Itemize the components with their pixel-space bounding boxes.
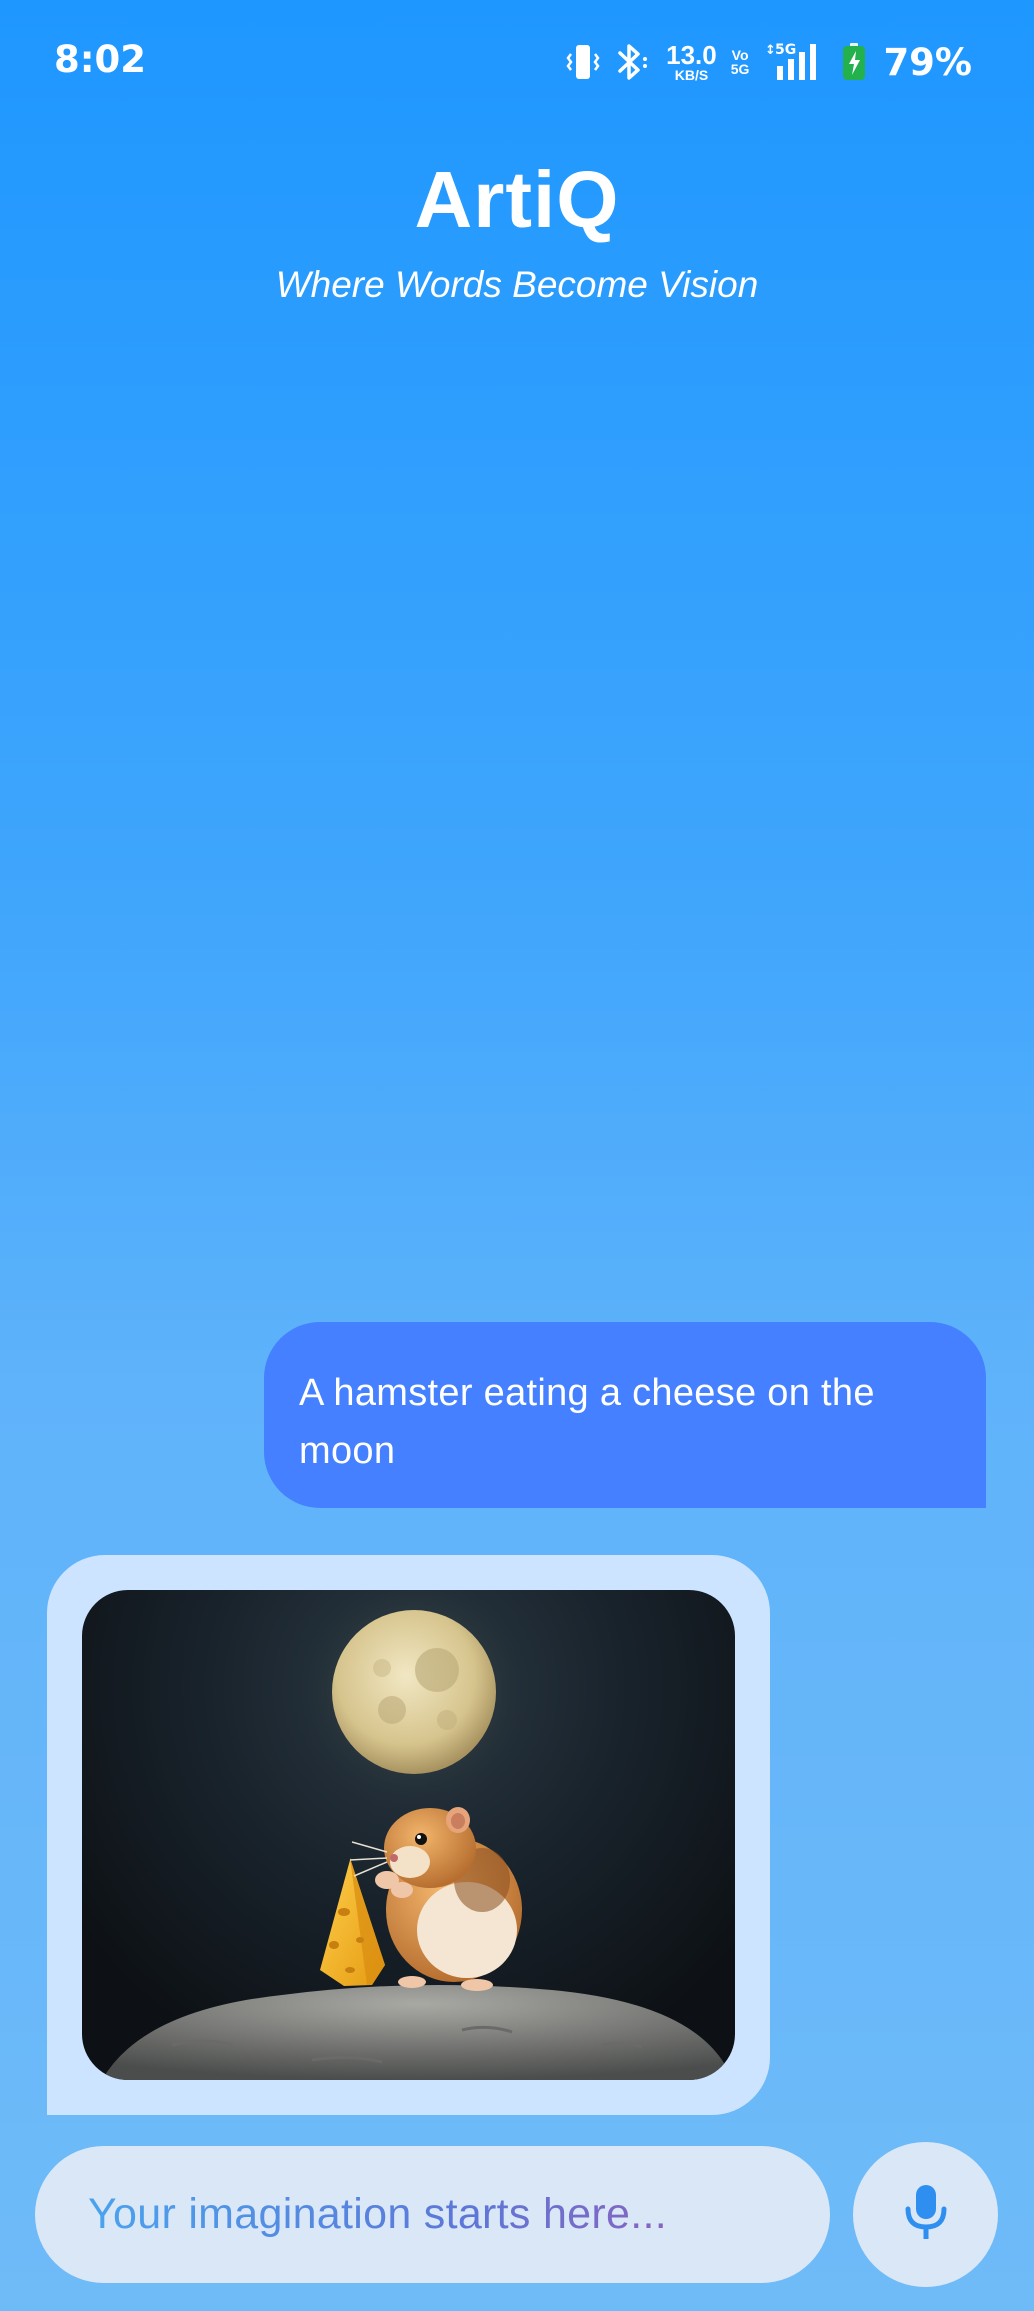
app-tagline: Where Words Become Vision [275, 264, 759, 305]
microphone-icon [902, 2183, 950, 2246]
app-header: ArtiQ Where Words Become Vision [0, 160, 1034, 306]
battery-charging-icon [841, 42, 867, 82]
net-speed: 13.0 KB/S [666, 42, 717, 82]
net-speed-unit: KB/S [674, 67, 709, 83]
volte-indicator: Vo 5G [731, 48, 750, 76]
bot-message-bubble [47, 1555, 770, 2115]
mic-button[interactable] [853, 2142, 998, 2287]
status-bar: 8:02 13.0 KB/S Vo 5G ↕ 5G 79% [0, 0, 1034, 120]
status-time: 8:02 [54, 38, 147, 81]
user-message-text: A hamster eating a cheese on the moon [299, 1372, 875, 1472]
signal-icon: ↕ 5G [763, 40, 827, 84]
app-title: ArtiQ [414, 155, 620, 244]
generated-image[interactable] [82, 1590, 735, 2080]
battery-percent: 79% [883, 40, 972, 84]
user-message-bubble: A hamster eating a cheese on the moon [264, 1322, 986, 1508]
volte-bottom: 5G [730, 61, 750, 77]
bluetooth-icon [614, 42, 652, 82]
volte-top: Vo [731, 47, 749, 63]
signal-type: 5G [775, 42, 796, 58]
net-speed-value: 13.0 [666, 40, 717, 70]
vibrate-icon [566, 42, 600, 82]
status-icons: 13.0 KB/S Vo 5G ↕ 5G 79% [566, 36, 972, 88]
prompt-input[interactable]: Your imagination starts here... [35, 2146, 830, 2283]
prompt-input-placeholder[interactable]: Your imagination starts here... [88, 2190, 667, 2239]
